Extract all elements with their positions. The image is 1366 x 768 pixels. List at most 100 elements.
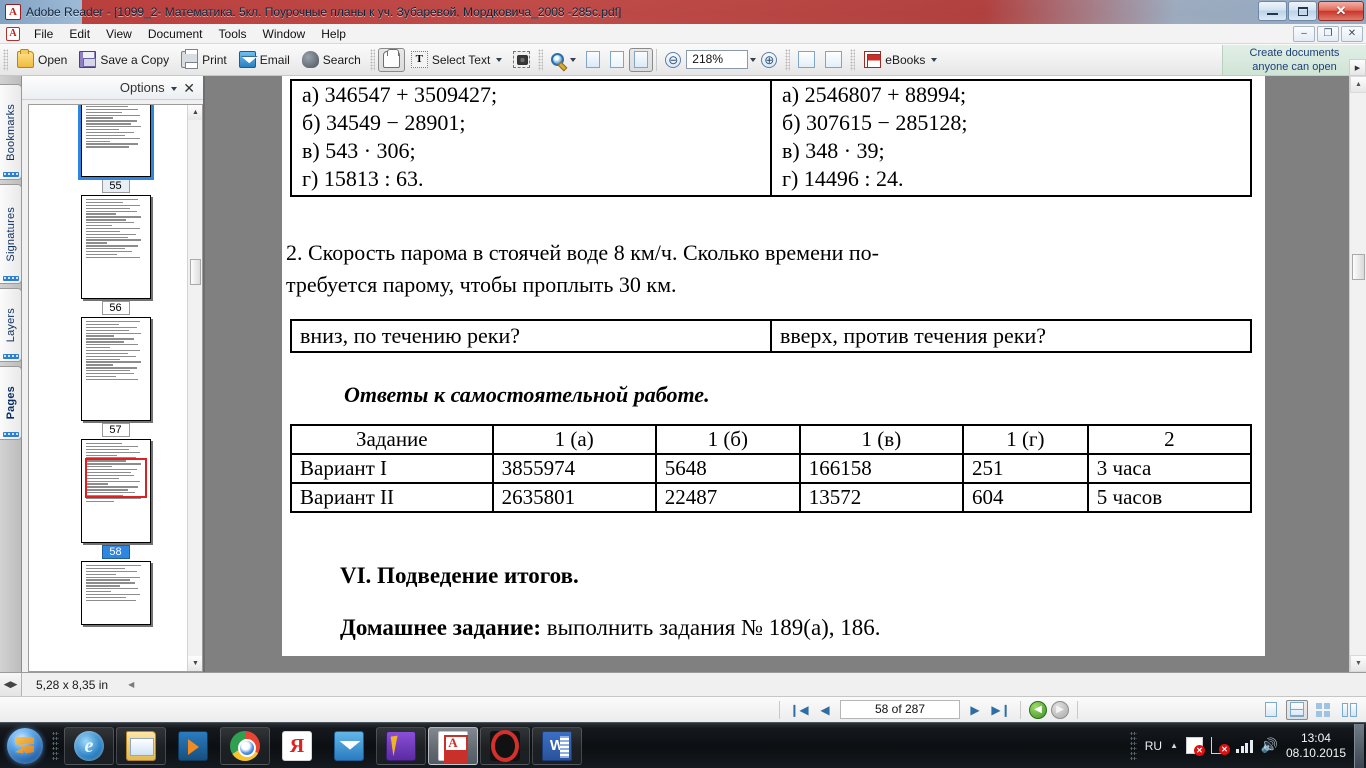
thumbnail-page-number[interactable]: 58 bbox=[101, 545, 130, 559]
sidebar-tab-pages[interactable]: Pages bbox=[0, 366, 22, 440]
hand-tool-button[interactable] bbox=[377, 47, 405, 72]
menu-help[interactable]: Help bbox=[313, 25, 354, 43]
open-button[interactable]: Open bbox=[11, 48, 73, 72]
current-view-rectangle[interactable] bbox=[84, 458, 147, 498]
previous-page-button[interactable]: ◀ bbox=[814, 700, 836, 720]
show-hidden-icons-button[interactable]: ▲ bbox=[1170, 741, 1178, 750]
thumbnail-scroll-down-button[interactable]: ▼ bbox=[188, 656, 202, 671]
zoom-chevron-down-icon[interactable] bbox=[570, 57, 577, 62]
chevron-down-icon[interactable] bbox=[496, 57, 503, 62]
page-thumbnail[interactable] bbox=[80, 561, 151, 625]
continuous-facing-view-button[interactable] bbox=[1338, 700, 1360, 720]
taskbar-item-internet-explorer[interactable]: e bbox=[64, 726, 114, 765]
page-thumbnail[interactable] bbox=[80, 439, 151, 543]
zoom-tool-button[interactable] bbox=[546, 48, 581, 72]
show-desktop-button[interactable] bbox=[1354, 723, 1364, 768]
zoom-in-button[interactable]: ⊕ bbox=[756, 48, 782, 72]
maximize-button[interactable] bbox=[1288, 1, 1317, 21]
taskbar-grip[interactable] bbox=[52, 730, 59, 761]
mdi-restore-button[interactable]: ❐ bbox=[1317, 25, 1339, 42]
page-number-input[interactable]: 58 of 287 bbox=[840, 700, 960, 719]
thumbnail-item[interactable]: 56 bbox=[80, 195, 151, 315]
toolbar-grip[interactable] bbox=[3, 48, 8, 71]
fit-width-button[interactable] bbox=[629, 47, 654, 72]
thumbnail-page-number[interactable]: 55 bbox=[101, 179, 130, 193]
toolbar-grip-4[interactable] bbox=[785, 48, 791, 71]
taskbar-item-media-player[interactable] bbox=[168, 727, 218, 765]
snapshot-button[interactable] bbox=[508, 48, 535, 72]
pages-options-button[interactable]: Options bbox=[120, 80, 178, 95]
ebooks-button[interactable]: eBooks bbox=[858, 48, 943, 72]
thumbnail-page-number[interactable]: 56 bbox=[101, 301, 130, 315]
go-to-next-view-button[interactable]: ▶ bbox=[1051, 700, 1069, 719]
taskbar-item-windows-explorer[interactable] bbox=[116, 726, 166, 765]
minimize-button[interactable] bbox=[1258, 1, 1287, 21]
scroll-down-button[interactable]: ▼ bbox=[1350, 655, 1366, 672]
scrollbar-thumb[interactable] bbox=[1352, 254, 1365, 280]
zoom-level-input[interactable]: 218% bbox=[686, 50, 749, 69]
signal-bars-icon[interactable] bbox=[1236, 739, 1253, 753]
facing-pages-view-button[interactable] bbox=[1312, 700, 1334, 720]
toolbar-grip-5[interactable] bbox=[850, 48, 856, 71]
menu-tools[interactable]: Tools bbox=[211, 25, 255, 43]
thumbnail-item[interactable]: 55 bbox=[77, 105, 154, 193]
mdi-minimize-button[interactable]: – bbox=[1293, 25, 1315, 42]
mdi-close-button[interactable]: ✕ bbox=[1341, 25, 1363, 42]
thumbnail-scrollbar-thumb[interactable] bbox=[190, 259, 201, 285]
menu-file[interactable]: File bbox=[26, 25, 61, 43]
go-to-previous-view-button[interactable]: ◀ bbox=[1029, 700, 1047, 719]
taskbar-item-microsoft-word[interactable]: W bbox=[532, 726, 582, 765]
close-button[interactable]: ✕ bbox=[1318, 1, 1364, 21]
toolbar-grip-3[interactable] bbox=[538, 48, 544, 71]
document-viewport[interactable]: а) 346547 + 3509427; б) 34549 − 28901; в… bbox=[205, 59, 1366, 672]
pages-panel-close-button[interactable]: ✕ bbox=[183, 81, 195, 95]
rotate-cw-button[interactable] bbox=[820, 48, 847, 72]
single-page-view-button[interactable] bbox=[1260, 700, 1282, 720]
options-chevron-down-icon[interactable] bbox=[171, 86, 178, 91]
menu-edit[interactable]: Edit bbox=[61, 25, 98, 43]
taskbar-item-purple-app[interactable] bbox=[376, 726, 426, 765]
search-button[interactable]: Search bbox=[296, 48, 367, 72]
print-button[interactable]: Print bbox=[175, 48, 233, 72]
zoom-out-button[interactable]: ⊖ bbox=[660, 48, 686, 72]
select-text-button[interactable]: T Select Text bbox=[405, 48, 508, 72]
start-button[interactable] bbox=[2, 725, 48, 767]
thumbnail-item[interactable]: 58 bbox=[80, 439, 151, 559]
page-thumbnail[interactable] bbox=[80, 317, 151, 421]
network-error-icon[interactable] bbox=[1211, 737, 1230, 755]
page-thumbnail[interactable] bbox=[80, 195, 151, 299]
fit-page-button[interactable] bbox=[605, 48, 629, 72]
thumbnail-page-number[interactable]: 57 bbox=[101, 423, 130, 437]
taskbar-item-opera-browser[interactable] bbox=[480, 726, 530, 765]
first-page-button[interactable]: ❙◀ bbox=[788, 700, 810, 720]
volume-speaker-icon[interactable]: 🔊 bbox=[1261, 737, 1278, 754]
page-thumbnail[interactable] bbox=[77, 105, 154, 180]
sidebar-tab-layers[interactable]: Layers bbox=[0, 288, 22, 362]
thumbnail-scroll-up-button[interactable]: ▲ bbox=[188, 105, 202, 120]
document-vertical-scrollbar[interactable]: ▲ ▼ bbox=[1349, 76, 1366, 672]
toolbar-grip-2[interactable] bbox=[369, 48, 375, 71]
horizontal-scroll-left-button[interactable]: ◀ bbox=[128, 680, 134, 689]
tray-grip[interactable] bbox=[1129, 730, 1137, 761]
clock[interactable]: 13:04 08.10.2015 bbox=[1286, 731, 1346, 761]
taskbar-item-mail-client[interactable] bbox=[324, 727, 374, 765]
ebooks-chevron-down-icon[interactable] bbox=[931, 57, 938, 62]
scroll-up-button[interactable]: ▲ bbox=[1350, 76, 1366, 93]
email-button[interactable]: Email bbox=[233, 48, 296, 72]
sidebar-tab-bookmarks[interactable]: Bookmarks bbox=[0, 84, 22, 180]
sidebar-tab-signatures[interactable]: Signatures bbox=[0, 184, 22, 284]
language-indicator[interactable]: RU bbox=[1145, 739, 1162, 753]
last-page-button[interactable]: ▶❙ bbox=[990, 700, 1012, 720]
horizontal-split-handle[interactable]: ◀▶ bbox=[0, 673, 22, 696]
taskbar-item-google-chrome[interactable] bbox=[220, 726, 270, 765]
next-page-button[interactable]: ▶ bbox=[964, 700, 986, 720]
taskbar-item-yandex-browser[interactable]: Я bbox=[272, 727, 322, 765]
thumbnail-scrollbar[interactable]: ▲ ▼ bbox=[187, 105, 202, 671]
menu-window[interactable]: Window bbox=[255, 25, 314, 43]
rotate-ccw-button[interactable] bbox=[793, 48, 820, 72]
action-center-flag-icon[interactable] bbox=[1186, 737, 1205, 756]
actual-size-button[interactable] bbox=[581, 48, 605, 72]
thumbnail-item[interactable]: 57 bbox=[80, 317, 151, 437]
save-a-copy-button[interactable]: Save a Copy bbox=[73, 48, 175, 72]
create-documents-promo[interactable]: Create documents anyone can open bbox=[1222, 44, 1366, 75]
